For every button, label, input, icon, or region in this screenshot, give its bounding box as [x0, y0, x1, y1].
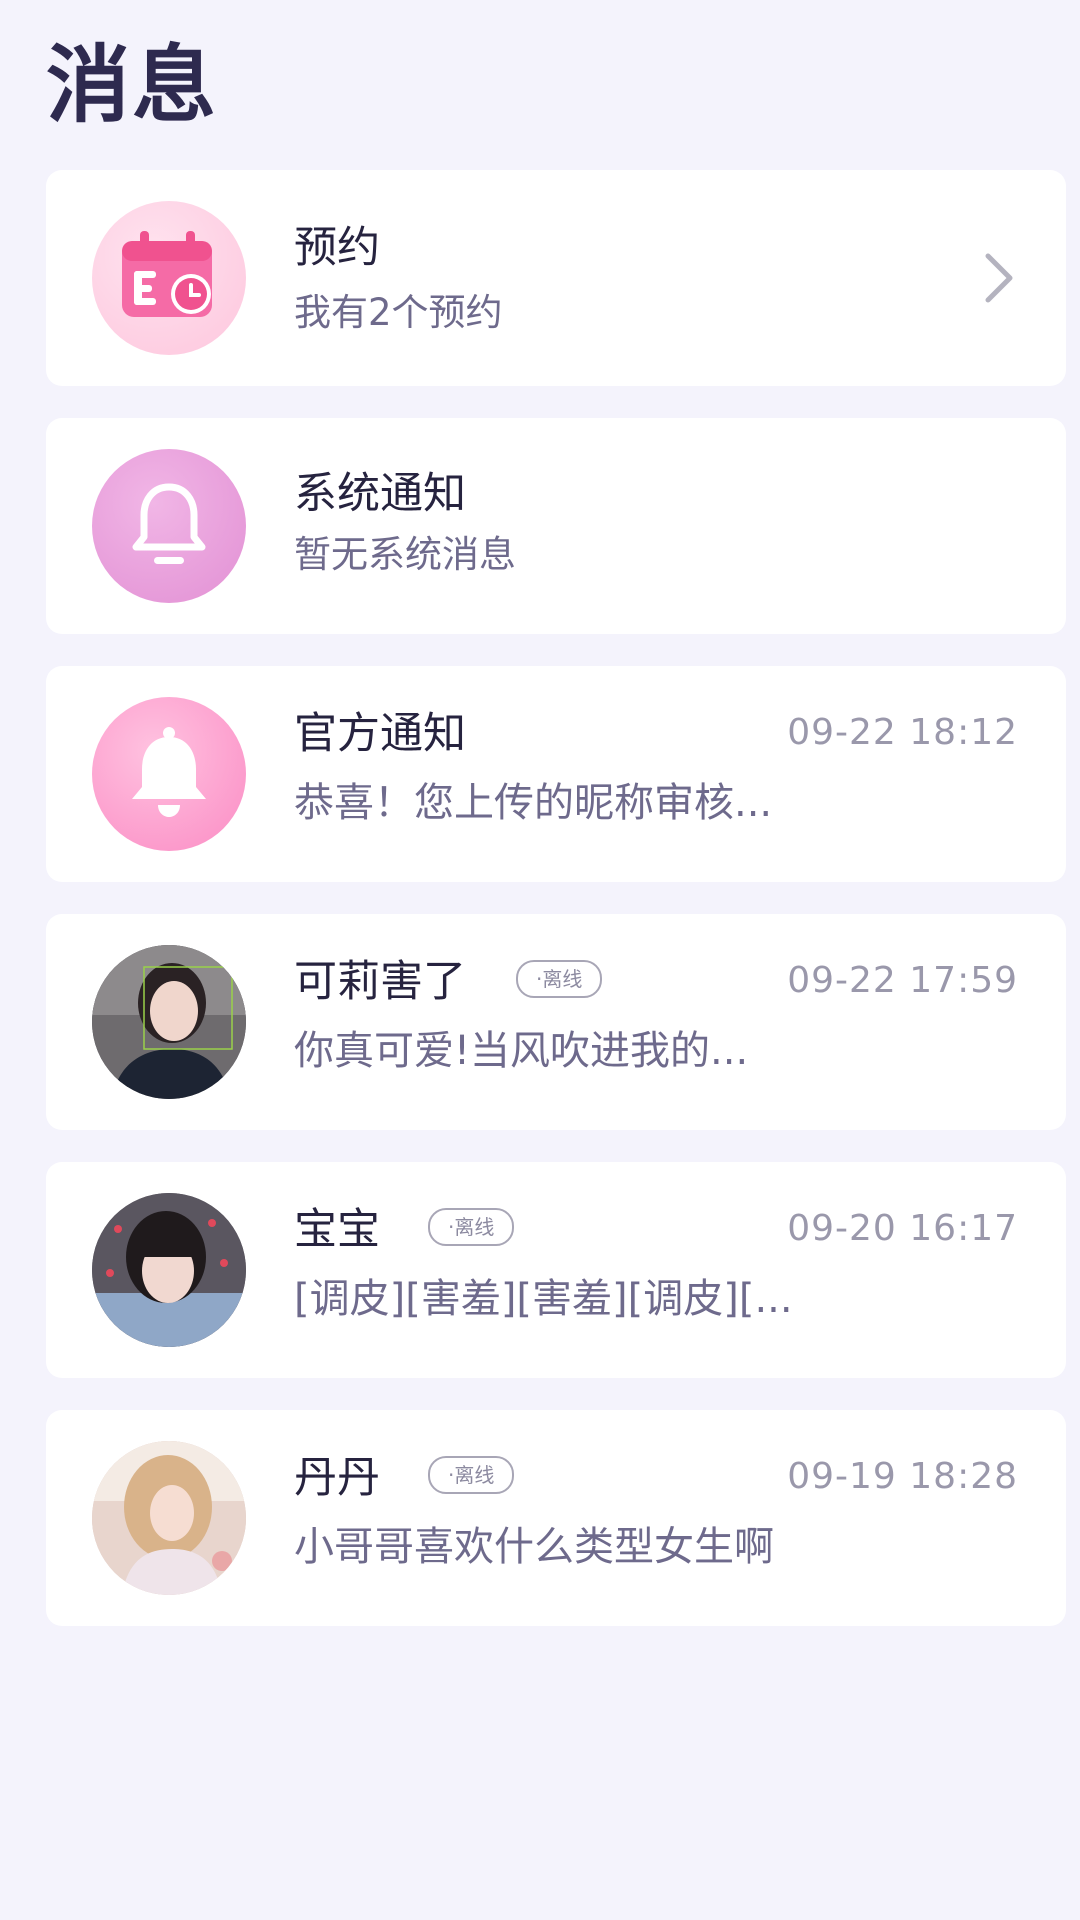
user-avatar[interactable] [92, 1193, 246, 1347]
status-badge: ·离线 [428, 1456, 515, 1494]
chevron-right-icon[interactable] [978, 250, 1018, 306]
calendar-clock-icon [92, 201, 246, 355]
system-notice-title: 系统通知 [294, 469, 466, 519]
official-notice-card[interactable]: 官方通知 09-22 18:12 恭喜！您上传的昵称审核... [46, 666, 1066, 882]
page-title: 消息 [46, 36, 219, 134]
chat-preview: 小哥哥喜欢什么类型女生啊 [294, 1524, 774, 1570]
chat-item[interactable]: 宝宝 ·离线 09-20 16:17 [调皮][害羞][害羞][调皮][... [46, 1162, 1066, 1378]
user-avatar[interactable] [92, 945, 246, 1099]
appointment-card[interactable]: 预约 我有2个预约 [46, 170, 1066, 386]
status-badge: ·离线 [516, 960, 603, 998]
official-notice-time: 09-22 18:12 [787, 712, 1018, 753]
official-notice-title: 官方通知 [294, 709, 466, 759]
chat-time: 09-20 16:17 [787, 1208, 1018, 1249]
bell-filled-icon [92, 697, 246, 851]
chat-time: 09-22 17:59 [787, 960, 1018, 1001]
chat-name: 丹丹 [294, 1453, 380, 1503]
chat-name: 可莉害了 [294, 957, 466, 1007]
chat-item[interactable]: 丹丹 ·离线 09-19 18:28 小哥哥喜欢什么类型女生啊 [46, 1410, 1066, 1626]
system-notice-card[interactable]: 系统通知 暂无系统消息 [46, 418, 1066, 634]
appointment-title: 预约 [294, 223, 380, 273]
user-avatar[interactable] [92, 1441, 246, 1595]
official-notice-preview: 恭喜！您上传的昵称审核... [294, 780, 773, 826]
status-badge: ·离线 [428, 1208, 515, 1246]
chat-preview: [调皮][害羞][害羞][调皮][... [294, 1276, 793, 1322]
chat-name: 宝宝 [294, 1205, 380, 1255]
chat-item[interactable]: 可莉害了 ·离线 09-22 17:59 你真可爱!当风吹进我的... [46, 914, 1066, 1130]
system-notice-subtitle: 暂无系统消息 [294, 533, 516, 576]
bell-outline-icon [92, 449, 246, 603]
appointment-subtitle: 我有2个预约 [294, 291, 503, 334]
chat-time: 09-19 18:28 [787, 1456, 1018, 1497]
chat-preview: 你真可爱!当风吹进我的... [294, 1028, 749, 1074]
